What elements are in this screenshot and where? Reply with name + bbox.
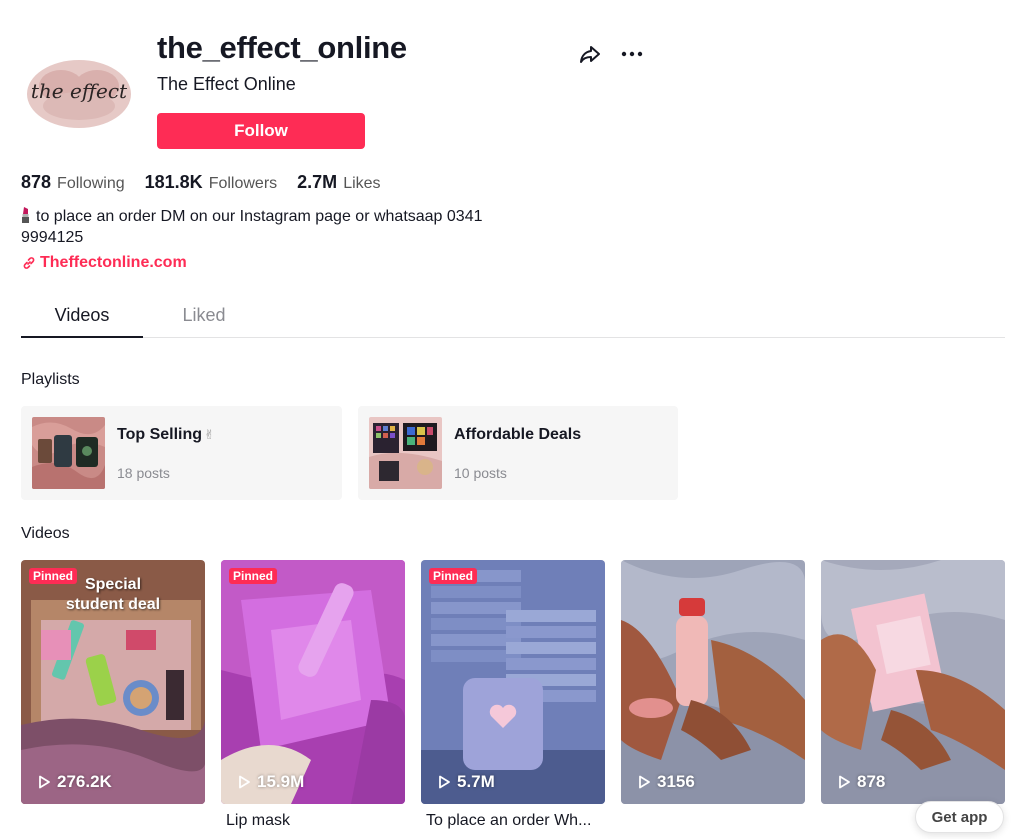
playlist-card-top-selling[interactable]: Top Selling ✌ 18 posts	[21, 406, 342, 500]
video-view-count: 276.2K	[37, 772, 112, 792]
pinned-badge: Pinned	[429, 568, 478, 584]
video-view-count: 3156	[637, 772, 695, 792]
more-icon[interactable]	[620, 42, 644, 66]
video-view-count: 15.9M	[237, 772, 304, 792]
playlist-post-count: 10 posts	[454, 465, 507, 481]
profile-link-text: Theffectonline.com	[40, 254, 187, 271]
playlist-post-count: 18 posts	[117, 465, 170, 481]
likes-stat: 2.7M Likes	[297, 172, 380, 193]
link-icon	[23, 257, 35, 269]
tab-liked[interactable]: Liked	[143, 304, 265, 338]
avatar[interactable]: the effect	[21, 36, 137, 152]
play-icon	[839, 775, 850, 789]
following-label: Following	[57, 175, 125, 192]
play-icon	[639, 775, 650, 789]
playlist-thumbnail	[32, 417, 105, 489]
pinned-badge: Pinned	[29, 568, 78, 584]
get-app-button[interactable]: Get app	[915, 801, 1004, 833]
lipstick-icon	[21, 207, 30, 223]
video-thumbnail	[621, 560, 805, 804]
avatar-logo: the effect	[27, 60, 131, 128]
play-icon	[239, 775, 250, 789]
playlist-name: Top Selling ✌	[117, 426, 215, 443]
bio-line-1: to place an order DM on our Instagram pa…	[36, 208, 483, 225]
profile-nickname: The Effect Online	[157, 74, 296, 94]
followers-label: Followers	[208, 175, 278, 192]
playlist-name: Affordable Deals	[454, 426, 582, 443]
video-card[interactable]: 3156	[621, 560, 805, 804]
video-caption[interactable]: Lip mask	[226, 812, 290, 830]
following-stat[interactable]: 878 Following	[21, 172, 125, 193]
profile-username: the_effect_online	[157, 30, 407, 65]
video-caption[interactable]: To place an order Wh...	[426, 812, 591, 830]
video-card[interactable]: Special student deal Pinned 276.2K	[21, 560, 205, 804]
videos-heading: Videos	[21, 525, 70, 542]
followers-stat[interactable]: 181.8K Followers	[145, 172, 278, 193]
profile-stats: 878 Following 181.8K Followers 2.7M Like…	[21, 172, 381, 193]
peace-icon: ✌	[204, 427, 215, 442]
tab-videos[interactable]: Videos	[21, 304, 143, 338]
followers-count: 181.8K	[144, 172, 203, 192]
video-thumbnail	[421, 560, 605, 804]
playlist-card-affordable-deals[interactable]: Affordable Deals 10 posts	[358, 406, 678, 500]
video-thumbnail	[221, 560, 405, 804]
playlists-heading: Playlists	[21, 371, 80, 388]
video-thumbnail	[821, 560, 1005, 804]
video-view-count: 878	[837, 772, 885, 792]
profile-bio: to place an order DM on our Instagram pa…	[21, 206, 521, 248]
video-view-count: 5.7M	[437, 772, 495, 792]
share-icon[interactable]	[578, 42, 602, 66]
video-card[interactable]: 878	[821, 560, 1005, 804]
profile-tabs: Videos Liked	[21, 300, 1005, 338]
avatar-text: the effect	[31, 79, 128, 103]
follow-button[interactable]: Follow	[157, 113, 365, 149]
video-card[interactable]: Pinned 15.9M	[221, 560, 405, 804]
pinned-badge: Pinned	[229, 568, 278, 584]
following-count: 878	[21, 172, 52, 192]
bio-line-2: 9994125	[21, 229, 84, 246]
play-icon	[439, 775, 450, 789]
profile-link[interactable]: Theffectonline.com	[22, 254, 187, 272]
playlist-thumbnail	[369, 417, 442, 489]
likes-label: Likes	[343, 175, 381, 192]
likes-count: 2.7M	[297, 172, 338, 192]
play-icon	[39, 775, 50, 789]
video-card[interactable]: Pinned 5.7M	[421, 560, 605, 804]
